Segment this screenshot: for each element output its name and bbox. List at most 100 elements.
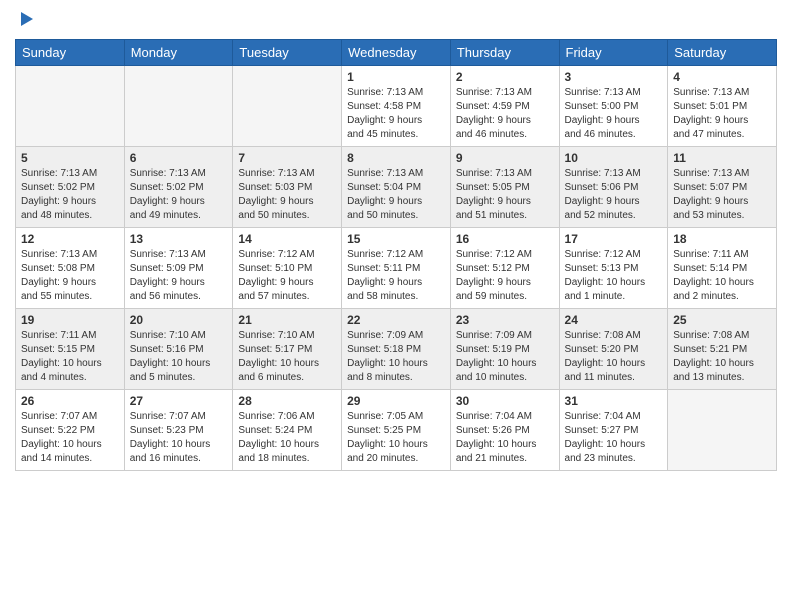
day-info: Sunrise: 7:12 AM Sunset: 5:11 PM Dayligh… — [347, 248, 445, 304]
day-number: 26 — [21, 394, 119, 408]
calendar-cell: 4 Sunrise: 7:13 AM Sunset: 5:01 PM Daylig… — [668, 66, 777, 147]
day-info: Sunrise: 7:13 AM Sunset: 5:07 PM Dayligh… — [673, 167, 771, 223]
weekday-header-wednesday: Wednesday — [342, 40, 451, 66]
calendar-cell: 20 Sunrise: 7:10 AM Sunset: 5:16 PM Dayli… — [124, 309, 233, 390]
calendar-cell: 15 Sunrise: 7:12 AM Sunset: 5:11 PM Dayli… — [342, 228, 451, 309]
day-info: Sunrise: 7:09 AM Sunset: 5:19 PM Dayligh… — [456, 329, 554, 385]
calendar-cell: 16 Sunrise: 7:12 AM Sunset: 5:12 PM Dayli… — [450, 228, 559, 309]
weekday-header-monday: Monday — [124, 40, 233, 66]
calendar-cell — [16, 66, 125, 147]
calendar-cell — [233, 66, 342, 147]
day-number: 12 — [21, 232, 119, 246]
day-info: Sunrise: 7:07 AM Sunset: 5:23 PM Dayligh… — [130, 410, 228, 466]
calendar-cell: 13Sunrise: 7:13 AM Sunset: 5:09 PM Dayli… — [124, 228, 233, 309]
day-info: Sunrise: 7:11 AM Sunset: 5:14 PM Dayligh… — [673, 248, 771, 304]
day-info: Sunrise: 7:13 AM Sunset: 5:08 PM Dayligh… — [21, 248, 119, 304]
day-number: 22 — [347, 313, 445, 327]
day-number: 14 — [238, 232, 336, 246]
day-number: 29 — [347, 394, 445, 408]
day-info: Sunrise: 7:10 AM Sunset: 5:17 PM Dayligh… — [238, 329, 336, 385]
day-number: 8 — [347, 151, 445, 165]
calendar-cell: 23 Sunrise: 7:09 AM Sunset: 5:19 PM Dayli… — [450, 309, 559, 390]
calendar-cell: 14 Sunrise: 7:12 AM Sunset: 5:10 PM Dayli… — [233, 228, 342, 309]
calendar-cell: 22 Sunrise: 7:09 AM Sunset: 5:18 PM Dayli… — [342, 309, 451, 390]
calendar-cell: 12 Sunrise: 7:13 AM Sunset: 5:08 PM Dayli… — [16, 228, 125, 309]
day-number: 1 — [347, 70, 445, 84]
day-info: Sunrise: 7:13 AM Sunset: 5:04 PM Dayligh… — [347, 167, 445, 223]
calendar-cell: 30 Sunrise: 7:04 AM Sunset: 5:26 PM Dayli… — [450, 390, 559, 471]
day-info: Sunrise: 7:13 AM Sunset: 5:02 PM Dayligh… — [130, 167, 228, 223]
logo-general — [15, 10, 35, 33]
day-number: 28 — [238, 394, 336, 408]
calendar-cell: 26 Sunrise: 7:07 AM Sunset: 5:22 PM Dayli… — [16, 390, 125, 471]
calendar-cell: 1 Sunrise: 7:13 AM Sunset: 4:58 PM Daylig… — [342, 66, 451, 147]
day-number: 7 — [238, 151, 336, 165]
day-number: 19 — [21, 313, 119, 327]
calendar-cell: 3 Sunrise: 7:13 AM Sunset: 5:00 PM Daylig… — [559, 66, 668, 147]
day-number: 15 — [347, 232, 445, 246]
day-number: 4 — [673, 70, 771, 84]
day-info: Sunrise: 7:04 AM Sunset: 5:27 PM Dayligh… — [565, 410, 663, 466]
calendar-cell: 18Sunrise: 7:11 AM Sunset: 5:14 PM Dayli… — [668, 228, 777, 309]
calendar-cell: 10 Sunrise: 7:13 AM Sunset: 5:06 PM Dayli… — [559, 147, 668, 228]
day-info: Sunrise: 7:07 AM Sunset: 5:22 PM Dayligh… — [21, 410, 119, 466]
day-info: Sunrise: 7:08 AM Sunset: 5:20 PM Dayligh… — [565, 329, 663, 385]
day-info: Sunrise: 7:09 AM Sunset: 5:18 PM Dayligh… — [347, 329, 445, 385]
calendar-cell: 7 Sunrise: 7:13 AM Sunset: 5:03 PM Daylig… — [233, 147, 342, 228]
weekday-header-tuesday: Tuesday — [233, 40, 342, 66]
calendar-cell: 2Sunrise: 7:13 AM Sunset: 4:59 PM Daylig… — [450, 66, 559, 147]
calendar-cell: 24 Sunrise: 7:08 AM Sunset: 5:20 PM Dayli… — [559, 309, 668, 390]
day-info: Sunrise: 7:12 AM Sunset: 5:10 PM Dayligh… — [238, 248, 336, 304]
day-info: Sunrise: 7:04 AM Sunset: 5:26 PM Dayligh… — [456, 410, 554, 466]
calendar-cell: 17 Sunrise: 7:12 AM Sunset: 5:13 PM Dayli… — [559, 228, 668, 309]
day-number: 13 — [130, 232, 228, 246]
calendar-cell — [668, 390, 777, 471]
day-number: 30 — [456, 394, 554, 408]
calendar-cell: 21 Sunrise: 7:10 AM Sunset: 5:17 PM Dayli… — [233, 309, 342, 390]
day-info: Sunrise: 7:13 AM Sunset: 5:00 PM Dayligh… — [565, 86, 663, 142]
day-number: 23 — [456, 313, 554, 327]
day-info: Sunrise: 7:12 AM Sunset: 5:13 PM Dayligh… — [565, 248, 663, 304]
day-info: Sunrise: 7:13 AM Sunset: 5:05 PM Dayligh… — [456, 167, 554, 223]
day-number: 16 — [456, 232, 554, 246]
logo-triangle-icon — [17, 10, 35, 28]
weekday-header-friday: Friday — [559, 40, 668, 66]
logo — [15, 10, 35, 33]
calendar-week-row: 5Sunrise: 7:13 AM Sunset: 5:02 PM Daylig… — [16, 147, 777, 228]
calendar-cell — [124, 66, 233, 147]
calendar-cell: 8 Sunrise: 7:13 AM Sunset: 5:04 PM Daylig… — [342, 147, 451, 228]
day-number: 21 — [238, 313, 336, 327]
weekday-header-thursday: Thursday — [450, 40, 559, 66]
day-number: 6 — [130, 151, 228, 165]
day-number: 3 — [565, 70, 663, 84]
calendar-page: SundayMondayTuesdayWednesdayThursdayFrid… — [0, 0, 792, 612]
day-info: Sunrise: 7:13 AM Sunset: 5:06 PM Dayligh… — [565, 167, 663, 223]
day-number: 17 — [565, 232, 663, 246]
day-number: 20 — [130, 313, 228, 327]
day-number: 25 — [673, 313, 771, 327]
day-info: Sunrise: 7:06 AM Sunset: 5:24 PM Dayligh… — [238, 410, 336, 466]
calendar-cell: 9 Sunrise: 7:13 AM Sunset: 5:05 PM Daylig… — [450, 147, 559, 228]
calendar-cell: 28 Sunrise: 7:06 AM Sunset: 5:24 PM Dayli… — [233, 390, 342, 471]
day-info: Sunrise: 7:11 AM Sunset: 5:15 PM Dayligh… — [21, 329, 119, 385]
calendar-week-row: 12 Sunrise: 7:13 AM Sunset: 5:08 PM Dayli… — [16, 228, 777, 309]
day-info: Sunrise: 7:05 AM Sunset: 5:25 PM Dayligh… — [347, 410, 445, 466]
calendar-cell: 29 Sunrise: 7:05 AM Sunset: 5:25 PM Dayli… — [342, 390, 451, 471]
day-number: 9 — [456, 151, 554, 165]
day-info: Sunrise: 7:12 AM Sunset: 5:12 PM Dayligh… — [456, 248, 554, 304]
day-number: 10 — [565, 151, 663, 165]
calendar-cell: 25 Sunrise: 7:08 AM Sunset: 5:21 PM Dayli… — [668, 309, 777, 390]
day-info: Sunrise: 7:13 AM Sunset: 5:03 PM Dayligh… — [238, 167, 336, 223]
calendar-cell: 6 Sunrise: 7:13 AM Sunset: 5:02 PM Daylig… — [124, 147, 233, 228]
day-info: Sunrise: 7:13 AM Sunset: 5:02 PM Dayligh… — [21, 167, 119, 223]
calendar-cell: 19 Sunrise: 7:11 AM Sunset: 5:15 PM Dayli… — [16, 309, 125, 390]
day-number: 27 — [130, 394, 228, 408]
day-info: Sunrise: 7:13 AM Sunset: 4:59 PM Dayligh… — [456, 86, 554, 142]
day-info: Sunrise: 7:13 AM Sunset: 5:01 PM Dayligh… — [673, 86, 771, 142]
day-info: Sunrise: 7:13 AM Sunset: 4:58 PM Dayligh… — [347, 86, 445, 142]
weekday-header-sunday: Sunday — [16, 40, 125, 66]
day-info: Sunrise: 7:10 AM Sunset: 5:16 PM Dayligh… — [130, 329, 228, 385]
day-info: Sunrise: 7:08 AM Sunset: 5:21 PM Dayligh… — [673, 329, 771, 385]
day-number: 31 — [565, 394, 663, 408]
day-number: 24 — [565, 313, 663, 327]
